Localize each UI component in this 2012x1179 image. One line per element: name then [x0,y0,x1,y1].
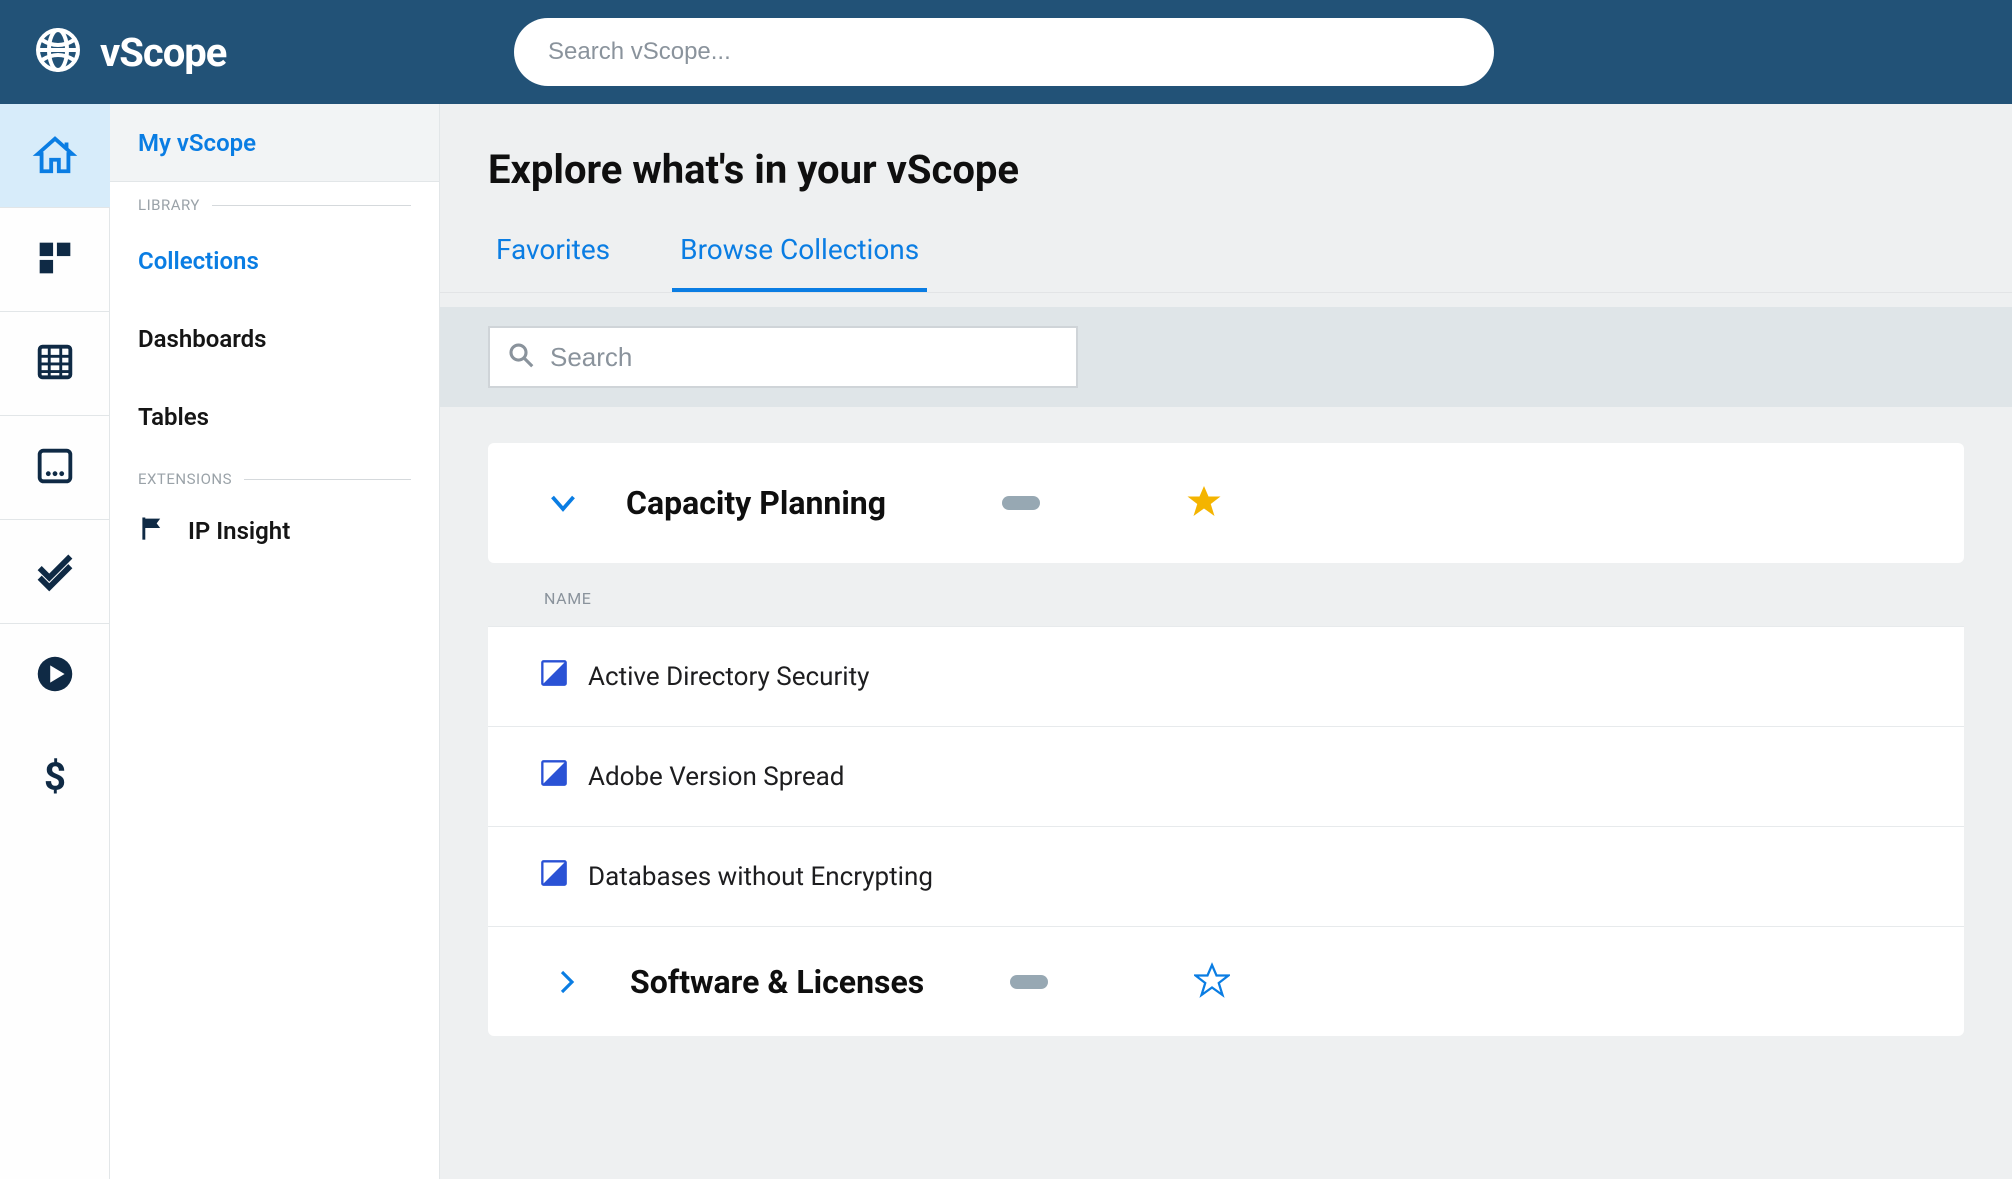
svg-text:$: $ [44,755,66,800]
brand-block: vScope [0,26,514,78]
sidebar-section-extensions: EXTENSIONS [110,456,439,496]
list-row-db-encrypt[interactable]: Databases without Encrypting [488,826,1964,926]
sidebar-ext-ip-insight[interactable]: IP Insight [110,496,439,566]
main-wrap: $ My vScope LIBRARY Collections Dashboar… [0,104,2012,1179]
filter-box[interactable] [488,326,1078,388]
flag-icon [138,514,166,548]
play-icon [32,651,78,701]
nav-tracker[interactable] [0,416,110,520]
list-item-label: Active Directory Security [588,662,869,692]
checks-icon [32,547,78,597]
content: Explore what's in your vScope Favorites … [440,104,2012,1179]
collections-list: Capacity Planning NAME Active Directory … [440,407,2012,1076]
sidebar-item-collections[interactable]: Collections [110,222,439,300]
tracker-icon [32,443,78,493]
chart-icon [540,659,568,694]
sidebar: My vScope LIBRARY Collections Dashboards… [110,104,440,1179]
chart-icon [540,859,568,894]
list-item-label: Adobe Version Spread [588,762,844,792]
sidebar-item-dashboards[interactable]: Dashboards [110,300,439,378]
sidebar-my-vscope[interactable]: My vScope [110,104,439,182]
filter-row [440,307,2012,407]
collection-capacity[interactable]: Capacity Planning [488,443,1964,563]
chevron-down-icon [540,485,586,521]
nav-billing[interactable]: $ [0,728,110,832]
tab-browse-collections[interactable]: Browse Collections [672,233,927,292]
tab-favorites[interactable]: Favorites [488,233,618,292]
tabs: Favorites Browse Collections [440,193,2012,293]
page-title: Explore what's in your vScope [440,104,2012,193]
chart-icon [540,759,568,794]
iconbar: $ [0,104,110,1179]
star-filled-icon[interactable] [1186,483,1222,523]
collection-software[interactable]: Software & Licenses [488,926,1964,1036]
search-icon [506,340,536,374]
nav-checks[interactable] [0,520,110,624]
ext-label: IP Insight [188,517,290,545]
list-item-label: Databases without Encrypting [588,862,933,892]
brand-name: vScope [100,29,226,76]
list-header-name: NAME [488,563,1964,626]
topbar: vScope [0,0,2012,104]
collection-title: Capacity Planning [626,484,886,522]
list-row-adobe[interactable]: Adobe Version Spread [488,726,1964,826]
chevron-right-icon [544,967,590,997]
globe-icon [34,26,82,78]
sidebar-section-library: LIBRARY [110,182,439,222]
collection-title: Software & Licenses [630,963,924,1001]
home-icon [32,131,78,181]
sidebar-item-tables[interactable]: Tables [110,378,439,456]
nav-home[interactable] [0,104,110,208]
dollar-icon: $ [32,755,78,805]
tag-pill [1010,975,1048,989]
dashboard-icon [32,235,78,285]
global-search-input[interactable] [548,38,1460,66]
nav-dashboards[interactable] [0,208,110,312]
nav-tables[interactable] [0,312,110,416]
filter-input[interactable] [550,342,1060,373]
tag-pill [1002,496,1040,510]
table-icon [32,339,78,389]
star-outline-icon[interactable] [1194,962,1230,1002]
nav-play[interactable] [0,624,110,728]
list-row-ad-security[interactable]: Active Directory Security [488,626,1964,726]
global-search[interactable] [514,18,1494,86]
